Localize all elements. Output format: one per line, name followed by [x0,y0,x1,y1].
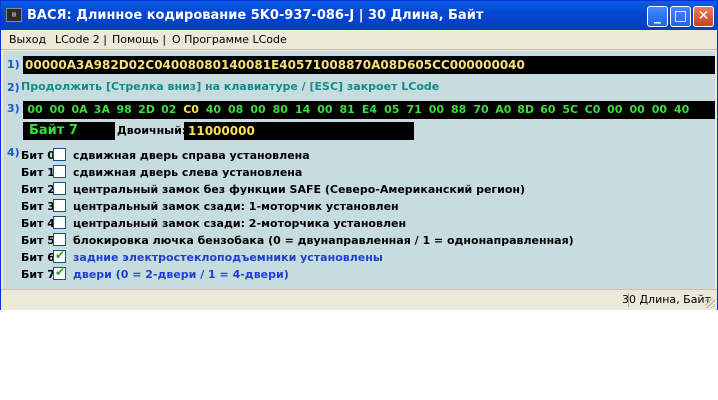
byte-cell[interactable]: 60 [538,101,558,119]
title-bar[interactable]: ▤ ВАСЯ: Длинное кодирование 5K0-937-086-… [1,1,717,30]
byte-cell[interactable]: 08 [226,101,246,119]
menu-help[interactable]: Помощь | [112,33,166,46]
byte-row: 00 00 0A 3A 98 2D 02 C0 40 08 00 80 14 00 81 E4 05 71 00 88… [23,101,715,119]
binary-label: Двоичный: [117,124,187,137]
bit-name: Бит 1 [21,166,55,179]
byte-cell[interactable]: 70 [471,101,491,119]
byte-cell[interactable]: A0 [493,101,513,119]
byte-label: Байт 7 [23,122,115,140]
byte-cell[interactable]: 00 [627,101,647,119]
bit-checkbox[interactable]: ✔ [53,248,66,263]
byte-cell[interactable]: 2D [137,101,157,119]
menu-exit[interactable]: Выход [9,33,46,46]
main-panel: 1) 00000A3A982D02C04008080140081E4057100… [3,51,715,289]
section-number: 3) [7,102,20,115]
byte-cell[interactable]: 00 [315,101,335,119]
bit-name: Бит 7 [21,268,55,281]
bit-description[interactable]: сдвижная дверь слева установлена [73,166,302,179]
byte-cell[interactable]: 71 [404,101,424,119]
hint-text: Продолжить [Стрелка вниз] на клавиатуре … [21,80,440,93]
bit-description[interactable]: центральный замок без функции SAFE (Севе… [73,183,525,196]
bit-name: Бит 3 [21,200,55,213]
bit-name: Бит 0 [21,149,55,162]
bit-checkbox[interactable]: ✔ [53,265,66,280]
bit-description[interactable]: двери (0 = 2-двери / 1 = 4-двери) [73,268,289,281]
menu-bar: Выход LCode 2 | Помощь | О Программе LCo… [1,30,717,50]
maximize-button[interactable]: □ [670,6,691,27]
menu-lcode2[interactable]: LCode 2 | [55,33,107,46]
section-number: 1) [7,58,20,71]
byte-cell[interactable]: 00 [47,101,67,119]
coding-string-field[interactable]: 00000A3A982D02C04008080140081E4057100887… [23,56,715,74]
bit-checkbox[interactable] [53,148,66,161]
binary-value-field[interactable]: 11000000 [184,122,414,140]
byte-cell[interactable]: 80 [270,101,290,119]
byte-cell[interactable]: 00 [649,101,669,119]
byte-cell[interactable]: 81 [337,101,357,119]
checkmark-icon: ✔ [55,265,66,279]
bit-checkbox[interactable] [53,165,66,178]
byte-cell[interactable]: C0 [583,101,603,119]
menu-about[interactable]: О Программе LCode [172,33,287,46]
byte-cell[interactable]: 8D [516,101,536,119]
bit-checkbox[interactable] [53,199,66,212]
byte-cell[interactable]: 40 [203,101,223,119]
bit-description[interactable]: центральный замок сзади: 2-моторчика уст… [73,217,406,230]
app-icon[interactable]: ▤ [6,8,22,22]
byte-cell[interactable]: 88 [449,101,469,119]
byte-cell[interactable]: E4 [360,101,380,119]
bit-name: Бит 2 [21,183,55,196]
byte-cell[interactable]: 14 [293,101,313,119]
byte-cell[interactable]: 5C [560,101,580,119]
minimize-button[interactable]: _ [647,6,668,27]
bit-checkbox[interactable] [53,216,66,229]
byte-cell[interactable]: 98 [114,101,134,119]
byte-cell[interactable]: 00 [248,101,268,119]
section-number: 2) [7,81,20,94]
byte-cell[interactable]: 00 [25,101,45,119]
bit-description[interactable]: центральный замок сзади: 1-моторчик уста… [73,200,399,213]
byte-cell[interactable]: 0A [70,101,90,119]
bit-name: Бит 4 [21,217,55,230]
bit-name: Бит 5 [21,234,55,247]
bit-name: Бит 6 [21,251,55,264]
app-window: ▤ ВАСЯ: Длинное кодирование 5K0-937-086-… [0,0,718,310]
byte-cell[interactable]: C0 [181,101,201,119]
byte-cell[interactable]: 40 [672,101,692,119]
byte-cell[interactable]: 00 [605,101,625,119]
status-text: 30 Длина, Байт [621,293,711,306]
byte-cell[interactable]: 02 [159,101,179,119]
status-bar: 30 Длина, Байт [1,289,717,310]
byte-cell[interactable]: 3A [92,101,112,119]
checkmark-icon: ✔ [55,248,66,262]
close-button[interactable]: ✕ [693,6,714,27]
section-number: 4) [7,146,20,159]
bit-checkbox[interactable] [53,233,66,246]
byte-cell[interactable]: 00 [426,101,446,119]
bit-checkbox[interactable] [53,182,66,195]
bit-description[interactable]: блокировка лючка бензобака (0 = двунапра… [73,234,574,247]
byte-cell[interactable]: 05 [382,101,402,119]
resize-grip-icon[interactable] [705,298,715,308]
bit-description[interactable]: сдвижная дверь справа установлена [73,149,310,162]
bit-description[interactable]: задние электростеклоподъемники установле… [73,251,383,264]
window-title: ВАСЯ: Длинное кодирование 5K0-937-086-J … [27,8,484,23]
